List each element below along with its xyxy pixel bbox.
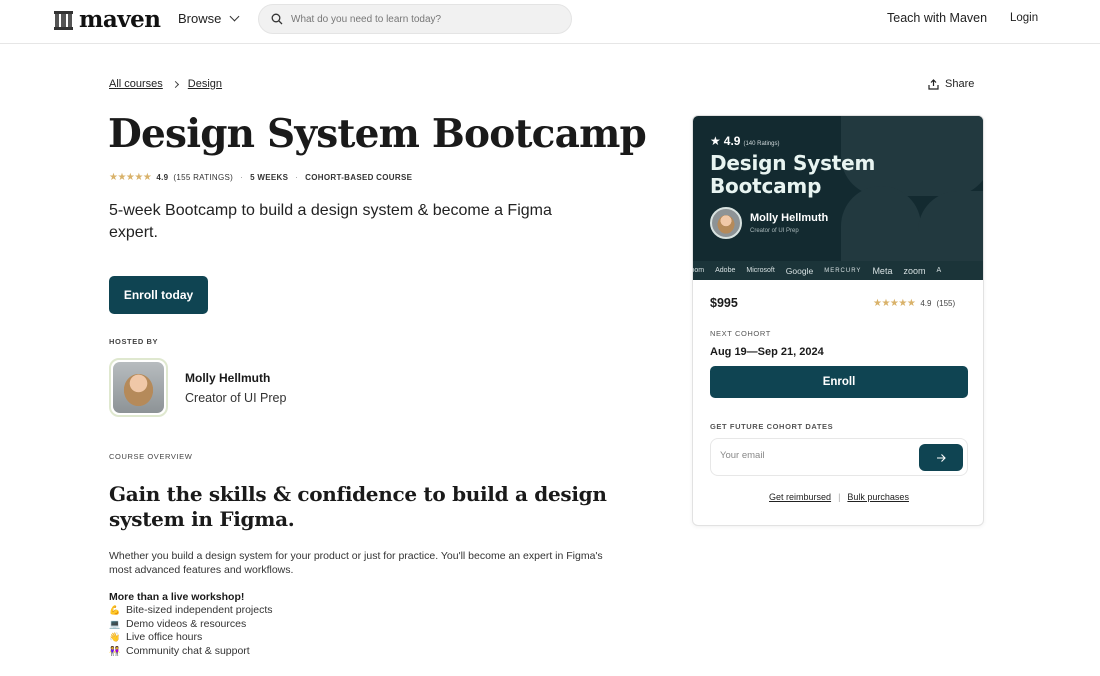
star-icon: ★: [710, 134, 721, 148]
maven-logo-icon: [54, 10, 73, 30]
banner-ratings-count: (140 Ratings): [743, 141, 780, 147]
partial-logo: A: [936, 267, 942, 274]
page-title: Design System Bootcamp: [108, 111, 647, 157]
microsoft-logo: Microsoft: [746, 267, 775, 274]
course-meta: ★★★★★ 4.9 (155 RATINGS) · 5 WEEKS · COHO…: [109, 172, 412, 183]
share-label: Share: [945, 78, 975, 90]
feature-item: 💪 Bite-sized independent projects: [109, 604, 273, 618]
features-list: 💪 Bite-sized independent projects 💻 Demo v…: [109, 604, 273, 659]
enroll-button[interactable]: Enroll: [710, 366, 968, 398]
breadcrumb-all-courses[interactable]: All courses: [109, 78, 163, 90]
breadcrumb: All courses Design: [109, 78, 222, 90]
course-price: $995: [710, 296, 738, 310]
card-links: Get reimbursed | Bulk purchases: [693, 492, 983, 502]
search-icon: [271, 13, 283, 25]
future-cohort-label: GET FUTURE COHORT DATES: [710, 422, 834, 431]
features-heading: More than a live workshop!: [109, 591, 245, 603]
card-ratings-count: (155): [936, 299, 956, 308]
maven-logo[interactable]: maven: [54, 6, 161, 33]
host-photo: [113, 362, 164, 413]
breadcrumb-design[interactable]: Design: [188, 78, 222, 90]
logo-text: maven: [79, 6, 161, 33]
enroll-today-button[interactable]: Enroll today: [109, 276, 208, 314]
link-separator: |: [838, 492, 841, 502]
course-banner: ★ 4.9 (140 Ratings) Design System Bootca…: [693, 116, 983, 280]
computer-icon: 💻: [109, 618, 121, 629]
banner-rating: ★ 4.9 (140 Ratings): [710, 134, 779, 148]
overview-text: Whether you build a design system for yo…: [109, 550, 603, 576]
search-bar[interactable]: [258, 4, 572, 34]
rating-value: 4.9: [156, 173, 169, 182]
google-logo: Google: [785, 265, 814, 276]
feature-label: Community chat & support: [126, 644, 250, 657]
ratings-count: (155 RATINGS): [173, 173, 234, 182]
email-submit-button[interactable]: [919, 444, 963, 471]
company-logos-strip: zoom Adobe Microsoft Google MERCURY Meta…: [693, 261, 983, 280]
get-reimbursed-link[interactable]: Get reimbursed: [769, 492, 831, 502]
zoom-logo: zoom: [693, 267, 705, 274]
waving-hand-icon: 👋: [109, 632, 121, 643]
login-link[interactable]: Login: [1010, 12, 1038, 24]
teach-with-maven-link[interactable]: Teach with Maven: [887, 11, 987, 25]
feature-item: 💻 Demo videos & resources: [109, 618, 273, 632]
banner-host-role: Creator of UI Prep: [750, 228, 799, 234]
separator-dot: ·: [240, 173, 244, 182]
feature-label: Demo videos & resources: [126, 617, 247, 630]
banner-rating-value: 4.9: [723, 134, 741, 148]
share-icon: [928, 78, 939, 90]
flexed-biceps-icon: 💪: [109, 605, 121, 615]
course-subtitle: 5-week Bootcamp to build a design system…: [109, 202, 552, 241]
feature-item: 👋 Live office hours: [109, 631, 273, 645]
next-cohort-dates: Aug 19—Sep 21, 2024: [710, 346, 824, 358]
host-avatar[interactable]: [109, 358, 168, 417]
hosted-by-label: HOSTED BY: [109, 337, 159, 346]
chevron-down-icon: [229, 11, 240, 22]
zoom-logo: zoom: [903, 265, 926, 276]
overview-heading: Gain the skills & confidence to build a …: [109, 482, 607, 531]
arrow-right-icon: [937, 453, 946, 462]
chevron-right-icon: [171, 80, 179, 88]
card-rating: ★★★★★ 4.9 (155): [873, 298, 955, 309]
host-role: Creator of UI Prep: [185, 391, 287, 405]
next-cohort-label: NEXT COHORT: [710, 329, 771, 338]
host-name: Molly Hellmuth: [185, 371, 271, 385]
bulk-purchases-link[interactable]: Bulk purchases: [847, 492, 909, 502]
banner-host-avatar: [710, 207, 742, 239]
feature-item: 👭 Community chat & support: [109, 645, 273, 659]
browse-label: Browse: [178, 11, 222, 26]
enrollment-card: ★ 4.9 (140 Ratings) Design System Bootca…: [692, 115, 984, 526]
rating-stars-icon: ★★★★★: [873, 298, 916, 309]
people-icon: 👭: [109, 645, 121, 656]
mercury-logo: MERCURY: [824, 267, 862, 274]
rating-stars-icon: ★★★★★: [109, 172, 152, 183]
separator-dot: ·: [295, 173, 299, 182]
email-signup: [710, 438, 968, 476]
feature-label: Bite-sized independent projects: [126, 604, 273, 616]
course-overview-label: COURSE OVERVIEW: [109, 452, 193, 461]
top-nav: maven Browse Teach with Maven Login: [0, 0, 1100, 44]
banner-title: Design System Bootcamp: [710, 151, 876, 198]
browse-menu[interactable]: Browse: [178, 11, 240, 26]
course-duration: 5 WEEKS: [250, 173, 289, 182]
banner-host-name: Molly Hellmuth: [750, 212, 829, 224]
search-input[interactable]: [291, 13, 551, 25]
adobe-logo: Adobe: [715, 267, 736, 274]
meta-logo: Meta: [872, 265, 893, 276]
share-button[interactable]: Share: [928, 78, 974, 90]
course-type: COHORT-BASED COURSE: [305, 173, 413, 182]
feature-label: Live office hours: [126, 631, 203, 644]
card-rating-value: 4.9: [920, 299, 932, 308]
email-input[interactable]: [720, 450, 910, 461]
